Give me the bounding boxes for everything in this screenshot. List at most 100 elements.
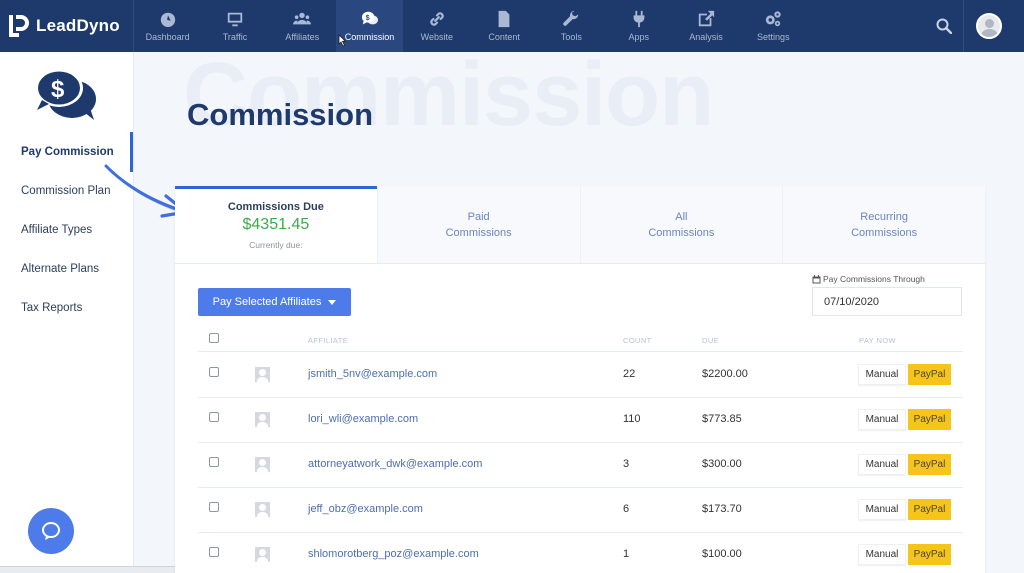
pay-through-label: Pay Commissions Through <box>812 274 925 284</box>
monitor-icon <box>227 12 243 27</box>
manual-pay-button[interactable]: Manual <box>858 364 906 385</box>
affiliate-email-link[interactable]: shlomorotberg_poz@example.com <box>308 548 479 560</box>
nav-settings[interactable]: Settings <box>740 0 807 52</box>
row-checkbox[interactable] <box>209 412 219 422</box>
affiliate-avatar <box>255 412 270 427</box>
table-row: attorneyatwork_dwk@example.com 3 $300.00… <box>198 443 963 488</box>
tab-title: Commissions Due <box>227 201 324 213</box>
tab-label: Commissions <box>648 226 715 239</box>
support-chat-button[interactable] <box>28 508 74 554</box>
tab-label: Commissions <box>445 226 512 239</box>
external-edit-icon <box>698 10 715 27</box>
plug-icon <box>633 10 645 28</box>
users-icon <box>293 12 312 25</box>
calendar-icon <box>812 274 821 283</box>
sidebar-item-commission-plan[interactable]: Commission Plan <box>21 185 110 197</box>
affiliate-email-link[interactable]: lori_wli@example.com <box>308 413 418 425</box>
manual-pay-button[interactable]: Manual <box>858 409 906 430</box>
tab-label: All <box>675 210 688 223</box>
row-checkbox[interactable] <box>209 457 219 467</box>
table-row: jeff_obz@example.com 6 $173.70 Manual Pa… <box>198 488 963 533</box>
pay-through-date-input[interactable] <box>812 287 962 316</box>
affiliate-email-link[interactable]: jeff_obz@example.com <box>308 503 423 515</box>
affiliate-avatar <box>255 502 270 517</box>
amount-due: $2200.00 <box>702 368 748 380</box>
gears-icon <box>766 11 781 27</box>
manual-pay-button[interactable]: Manual <box>858 454 906 475</box>
table-row: jsmith_5nv@example.com 22 $2200.00 Manua… <box>198 353 963 398</box>
tab-all-commissions[interactable]: All Commissions <box>579 186 783 263</box>
tab-recurring-commissions[interactable]: Recurring Commissions <box>782 186 985 263</box>
sidebar-item-tax-reports[interactable]: Tax Reports <box>21 302 82 314</box>
affiliate-avatar <box>255 547 270 562</box>
row-checkbox[interactable] <box>209 547 219 557</box>
sidebar-item-alternate-plans[interactable]: Alternate Plans <box>21 263 99 275</box>
affiliate-avatar <box>255 367 270 382</box>
caret-down-icon <box>328 299 337 305</box>
nav-label: Content <box>488 32 520 42</box>
row-checkbox[interactable] <box>209 502 219 512</box>
nav-right <box>924 0 1024 52</box>
table-row: lori_wli@example.com 110 $773.85 Manual … <box>198 398 963 443</box>
nav-label: Affiliates <box>285 32 320 42</box>
amount-due: $4351.45 <box>242 216 310 233</box>
tab-subtitle: Currently due: <box>249 240 303 250</box>
affiliate-email-link[interactable]: attorneyatwork_dwk@example.com <box>308 458 482 470</box>
header-pay-now: PAY NOW <box>859 336 896 345</box>
gauge-icon <box>160 12 175 28</box>
amount-due: $173.70 <box>702 503 742 515</box>
affiliate-avatar <box>255 457 270 472</box>
header-affiliate: AFFILIATE <box>308 336 349 345</box>
tab-paid-commissions[interactable]: Paid Commissions <box>376 186 580 263</box>
wrench-icon <box>563 10 579 26</box>
pay-selected-affiliates-button[interactable]: Pay Selected Affiliates <box>198 288 351 316</box>
tab-label: Recurring <box>860 210 908 223</box>
user-menu-button[interactable] <box>964 0 1014 52</box>
table-header: AFFILIATE COUNT DUE PAY NOW <box>198 329 963 352</box>
sidebar: $ Pay Commission Commission Plan Affilia… <box>0 52 134 573</box>
file-icon <box>498 10 510 28</box>
paypal-pay-button[interactable]: PayPal <box>908 454 951 475</box>
row-checkbox[interactable] <box>209 367 219 377</box>
avatar <box>976 13 1002 39</box>
nav-label: Tools <box>560 32 582 42</box>
commission-count: 3 <box>623 458 630 470</box>
commission-card: Commissions Due $4351.45 Currently due: … <box>175 186 985 573</box>
amount-due: $300.00 <box>702 458 742 470</box>
select-all-checkbox[interactable] <box>209 333 219 343</box>
nav-label: Settings <box>757 32 790 42</box>
paypal-pay-button[interactable]: PayPal <box>908 499 951 520</box>
tab-label: Commissions <box>851 226 918 239</box>
brand-logo[interactable]: LeadDyno <box>0 0 134 52</box>
svg-text:$: $ <box>51 76 65 103</box>
sidebar-item-pay-commission[interactable]: Pay Commission <box>21 146 114 158</box>
amount-due: $773.85 <box>702 413 742 425</box>
nav-label: Dashboard <box>145 32 190 42</box>
paypal-pay-button[interactable]: PayPal <box>908 409 951 430</box>
search-icon <box>936 18 952 34</box>
chat-bubble-icon <box>42 522 60 540</box>
sidebar-item-affiliate-types[interactable]: Affiliate Types <box>21 224 92 236</box>
commission-count: 1 <box>623 548 630 560</box>
brand-name: LeadDyno <box>36 16 120 35</box>
nav-label: Website <box>420 32 454 42</box>
link-icon <box>430 12 444 26</box>
leaddyno-logo-icon <box>8 13 30 39</box>
search-button[interactable] <box>924 0 964 52</box>
svg-text:$: $ <box>365 13 369 22</box>
commission-chat-icon: $ <box>32 66 100 127</box>
table-row: shlomorotberg_poz@example.com 1 $100.00 … <box>198 533 963 573</box>
money-chat-icon: $ <box>361 11 378 25</box>
paypal-pay-button[interactable]: PayPal <box>908 364 951 385</box>
commission-tabs: Commissions Due $4351.45 Currently due: … <box>175 186 985 264</box>
nav-label: Apps <box>628 32 649 42</box>
header-count: COUNT <box>623 336 652 345</box>
commission-count: 110 <box>623 413 641 425</box>
manual-pay-button[interactable]: Manual <box>858 499 906 520</box>
button-label: Pay Selected Affiliates <box>212 296 322 308</box>
nav-label: Analysis <box>689 32 723 42</box>
paypal-pay-button[interactable]: PayPal <box>908 544 951 565</box>
affiliate-email-link[interactable]: jsmith_5nv@example.com <box>308 368 437 380</box>
tab-commissions-due[interactable]: Commissions Due $4351.45 Currently due: <box>175 186 377 263</box>
manual-pay-button[interactable]: Manual <box>858 544 906 565</box>
